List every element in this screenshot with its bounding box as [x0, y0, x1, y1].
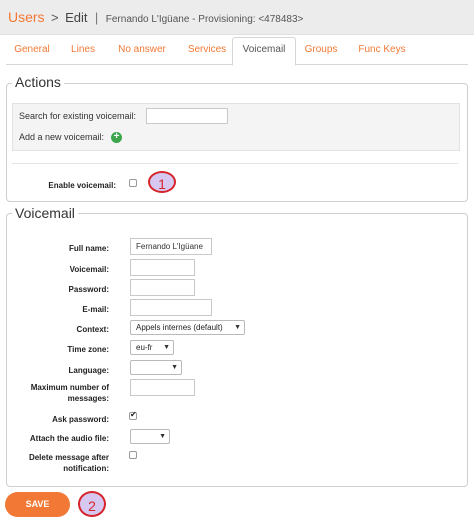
password-field[interactable] — [130, 279, 195, 296]
email-label: E-mail: — [82, 305, 109, 314]
breadcrumb-divider: | — [94, 10, 99, 25]
chevron-down-icon: ▼ — [163, 344, 170, 351]
search-voicemail-input[interactable] — [146, 108, 228, 124]
voicemail-number-field[interactable] — [130, 259, 195, 276]
chevron-down-icon: ▼ — [171, 364, 178, 371]
delete-after-notification-label: Delete message after notification: — [28, 453, 109, 473]
breadcrumb-users-link[interactable]: Users — [8, 9, 45, 25]
tab-func-keys[interactable]: Func Keys — [349, 38, 415, 64]
divider — [12, 163, 458, 164]
voicemail-number-label: Voicemail: — [69, 265, 109, 274]
context-select[interactable]: Appels internes (default) ▼ — [130, 320, 245, 335]
context-label: Context: — [76, 325, 109, 334]
tab-groups[interactable]: Groups — [297, 38, 345, 64]
time-zone-select[interactable]: eu-fr ▼ — [130, 340, 174, 355]
enable-voicemail-label: Enable voicemail: — [48, 181, 116, 190]
time-zone-select-value: eu-fr — [136, 343, 153, 352]
actions-legend: Actions — [12, 74, 64, 90]
max-messages-label: Maximum number of messages: — [30, 383, 109, 403]
checkmark-icon: ✔ — [130, 410, 137, 419]
context-select-value: Appels internes (default) — [136, 323, 223, 332]
attach-audio-select[interactable]: ▼ — [130, 429, 170, 444]
delete-after-notification-checkbox[interactable] — [129, 451, 137, 459]
tab-general[interactable]: General — [6, 38, 58, 64]
breadcrumb-subtitle: Fernando L'Igüane - Provisioning: <47848… — [105, 14, 304, 25]
breadcrumb: Users > Edit | Fernando L'Igüane - Provi… — [8, 9, 303, 27]
breadcrumb-current: Edit — [65, 10, 88, 25]
step-marker-1: 1 — [148, 171, 176, 193]
tab-lines[interactable]: Lines — [60, 38, 106, 64]
chevron-down-icon: ▼ — [159, 433, 166, 440]
chevron-down-icon: ▼ — [234, 324, 241, 331]
ask-password-label: Ask password: — [52, 415, 109, 424]
password-label: Password: — [68, 285, 109, 294]
language-label: Language: — [68, 366, 109, 375]
breadcrumb-separator: > — [51, 10, 59, 25]
tab-voicemail[interactable]: Voicemail — [232, 37, 296, 66]
enable-voicemail-checkbox[interactable] — [129, 179, 137, 187]
step-marker-2: 2 — [78, 491, 106, 517]
language-select[interactable]: ▼ — [130, 360, 182, 375]
full-name-label: Full name: — [68, 244, 109, 253]
search-voicemail-label: Search for existing voicemail: — [19, 111, 137, 121]
email-field[interactable] — [130, 299, 212, 316]
tab-bar: General Lines No answer Services Voicema… — [6, 37, 468, 66]
max-messages-field[interactable] — [130, 379, 195, 396]
tab-no-answer[interactable]: No answer — [109, 38, 175, 64]
time-zone-label: Time zone: — [67, 345, 109, 354]
voicemail-legend: Voicemail — [12, 205, 78, 221]
add-voicemail-label: Add a new voicemail: — [19, 132, 105, 142]
ask-password-checkbox[interactable]: ✔ — [129, 410, 137, 420]
full-name-field[interactable]: Fernando L'Igüane — [130, 238, 212, 255]
tab-services[interactable]: Services — [177, 38, 237, 64]
add-icon[interactable]: + — [111, 132, 122, 143]
page-header: Users > Edit | Fernando L'Igüane - Provi… — [0, 0, 474, 35]
attach-audio-label: Attach the audio file: — [29, 434, 109, 443]
save-button[interactable]: SAVE — [5, 492, 70, 517]
